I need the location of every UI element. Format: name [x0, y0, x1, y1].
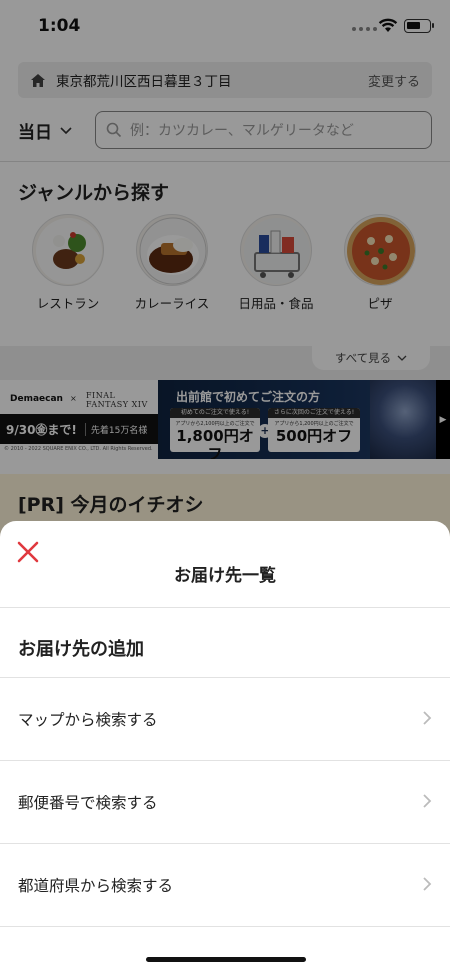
chevron-right-icon [423, 877, 432, 891]
sheet-title: お届け先一覧 [174, 566, 276, 586]
option-label: 都道府県から検索する [18, 877, 174, 895]
search-by-map-option[interactable]: マップから検索する [0, 678, 450, 761]
close-icon[interactable] [17, 541, 39, 563]
search-by-postal-code-option[interactable]: 郵便番号で検索する [0, 761, 450, 844]
search-by-prefecture-option[interactable]: 都道府県から検索する [0, 844, 450, 927]
address-search-options: マップから検索する 郵便番号で検索する 都道府県から検索する [0, 678, 450, 927]
divider [0, 607, 450, 608]
delivery-address-sheet: お届け先一覧 お届け先の追加 マップから検索する 郵便番号で検索する 都道府県か… [0, 521, 450, 974]
chevron-right-icon [423, 711, 432, 725]
chevron-right-icon [423, 794, 432, 808]
option-label: 郵便番号で検索する [18, 794, 158, 812]
option-label: マップから検索する [18, 711, 158, 729]
add-address-heading: お届け先の追加 [18, 639, 144, 660]
home-indicator[interactable] [146, 957, 306, 962]
